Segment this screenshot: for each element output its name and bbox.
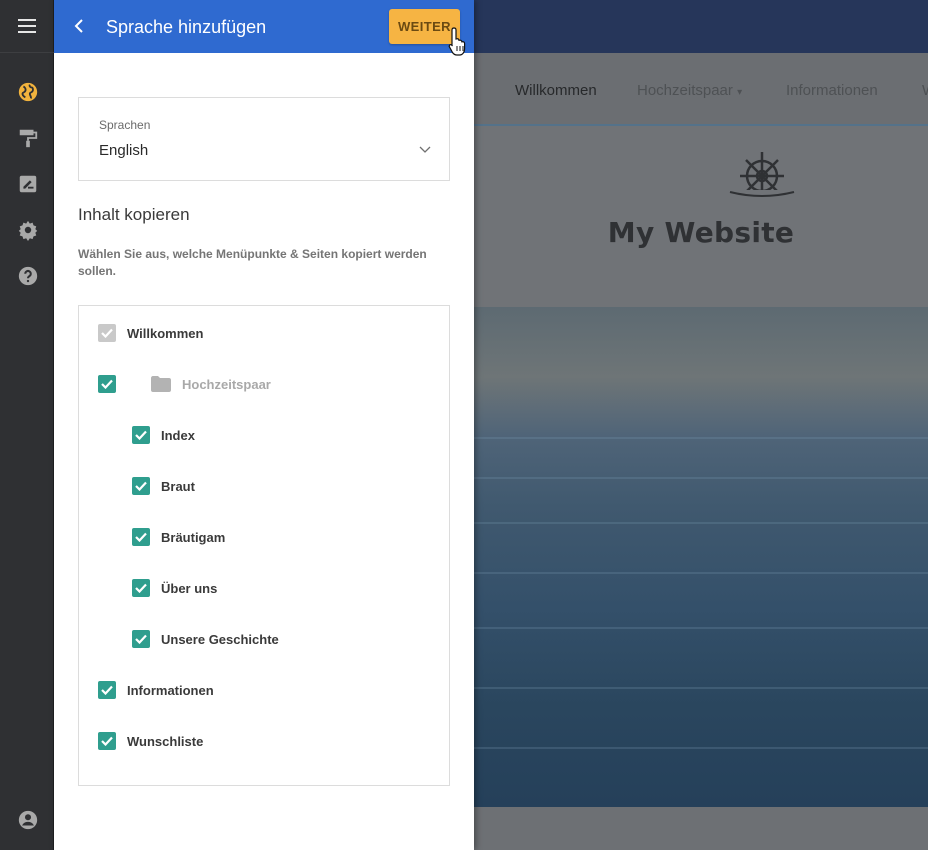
- checkbox-checked: [132, 630, 150, 648]
- check-icon: [135, 532, 147, 542]
- edit-note-icon[interactable]: [17, 173, 39, 195]
- site-nav-item-cut[interactable]: W: [922, 82, 928, 99]
- page-item-informationen[interactable]: Informationen: [98, 680, 214, 700]
- ship-wheel-icon: [726, 152, 798, 202]
- website-preview: Willkommen Hochzeitspaar ▾ Informationen…: [474, 0, 928, 850]
- site-nav-label: Hochzeitspaar: [637, 82, 733, 99]
- language-select-value: English: [99, 142, 149, 159]
- globe-icon[interactable]: [17, 81, 39, 103]
- page-item-willkommen[interactable]: Willkommen: [98, 323, 203, 343]
- check-icon: [135, 634, 147, 644]
- gear-icon[interactable]: [17, 219, 39, 241]
- check-icon: [101, 328, 113, 338]
- page-item-braeutigam[interactable]: Bräutigam: [132, 527, 225, 547]
- page-item-label: Informationen: [127, 682, 214, 698]
- account-icon[interactable]: [17, 809, 39, 831]
- checkbox-checked: [132, 579, 150, 597]
- left-rail: [0, 0, 54, 850]
- check-icon: [135, 430, 147, 440]
- site-nav: Willkommen Hochzeitspaar ▾ Informationen…: [474, 53, 928, 126]
- back-button[interactable]: [68, 15, 90, 37]
- site-nav-item-willkommen[interactable]: Willkommen: [515, 82, 597, 99]
- page-item-ueber-uns[interactable]: Über uns: [132, 578, 217, 598]
- check-icon: [101, 685, 113, 695]
- chevron-down-icon: [419, 146, 431, 153]
- check-icon: [101, 736, 113, 746]
- site-footer: [474, 807, 928, 850]
- page-item-label: Index: [161, 427, 195, 443]
- paint-roller-icon[interactable]: [17, 127, 39, 149]
- language-select-label: Sprachen: [99, 118, 151, 132]
- checkbox-checked-disabled: [98, 324, 116, 342]
- checkbox-checked: [132, 426, 150, 444]
- page-item-label: Wunschliste: [127, 733, 204, 749]
- checkbox-checked: [132, 477, 150, 495]
- hand-cursor-icon: [448, 27, 466, 56]
- check-icon: [101, 379, 113, 389]
- page-item-label: Hochzeitspaar: [182, 376, 271, 392]
- site-nav-item-informationen[interactable]: Informationen: [786, 82, 878, 99]
- page-item-label: Willkommen: [127, 325, 204, 341]
- panel-title: Sprache hinzufügen: [106, 17, 267, 37]
- language-select[interactable]: Sprachen English: [78, 97, 450, 181]
- checkbox-checked: [98, 681, 116, 699]
- copy-content-description: Wählen Sie aus, welche Menüpunkte & Seit…: [78, 247, 427, 278]
- copy-content-heading: Inhalt kopieren: [78, 205, 190, 224]
- chevron-left-icon: [74, 19, 83, 33]
- page-item-hochzeitspaar[interactable]: Hochzeitspaar: [98, 374, 271, 394]
- page-item-braut[interactable]: Braut: [132, 476, 195, 496]
- page-item-label: Über uns: [161, 580, 218, 596]
- site-nav-item-hochzeitspaar[interactable]: Hochzeitspaar ▾: [637, 82, 742, 99]
- page-item-wunschliste[interactable]: Wunschliste: [98, 731, 203, 751]
- menu-button[interactable]: [0, 0, 54, 53]
- page-item-label: Unsere Geschichte: [161, 631, 279, 647]
- site-header: My Website: [474, 126, 928, 307]
- menu-icon: [18, 17, 36, 35]
- hero-sea-image: [474, 307, 928, 807]
- page-item-unsere-geschichte[interactable]: Unsere Geschichte: [132, 629, 279, 649]
- check-icon: [135, 583, 147, 593]
- page-item-label: Bräutigam: [161, 529, 226, 545]
- check-icon: [135, 481, 147, 491]
- panel-header: Sprache hinzufügen WEITER: [54, 0, 474, 56]
- editor-topbar: [474, 0, 928, 53]
- checkbox-checked: [132, 528, 150, 546]
- add-language-panel: Sprache hinzufügen WEITER Sprachen Engli…: [54, 0, 474, 850]
- help-icon[interactable]: [17, 265, 39, 287]
- folder-icon: [151, 376, 171, 392]
- checkbox-checked: [98, 375, 116, 393]
- page-item-label: Braut: [161, 478, 195, 494]
- site-title: My Website: [607, 216, 795, 249]
- page-tree: Willkommen Hochzeitspaar Index Braut Brä…: [78, 305, 450, 786]
- page-item-index[interactable]: Index: [132, 425, 195, 445]
- caret-down-icon: ▾: [737, 87, 743, 98]
- checkbox-checked: [98, 732, 116, 750]
